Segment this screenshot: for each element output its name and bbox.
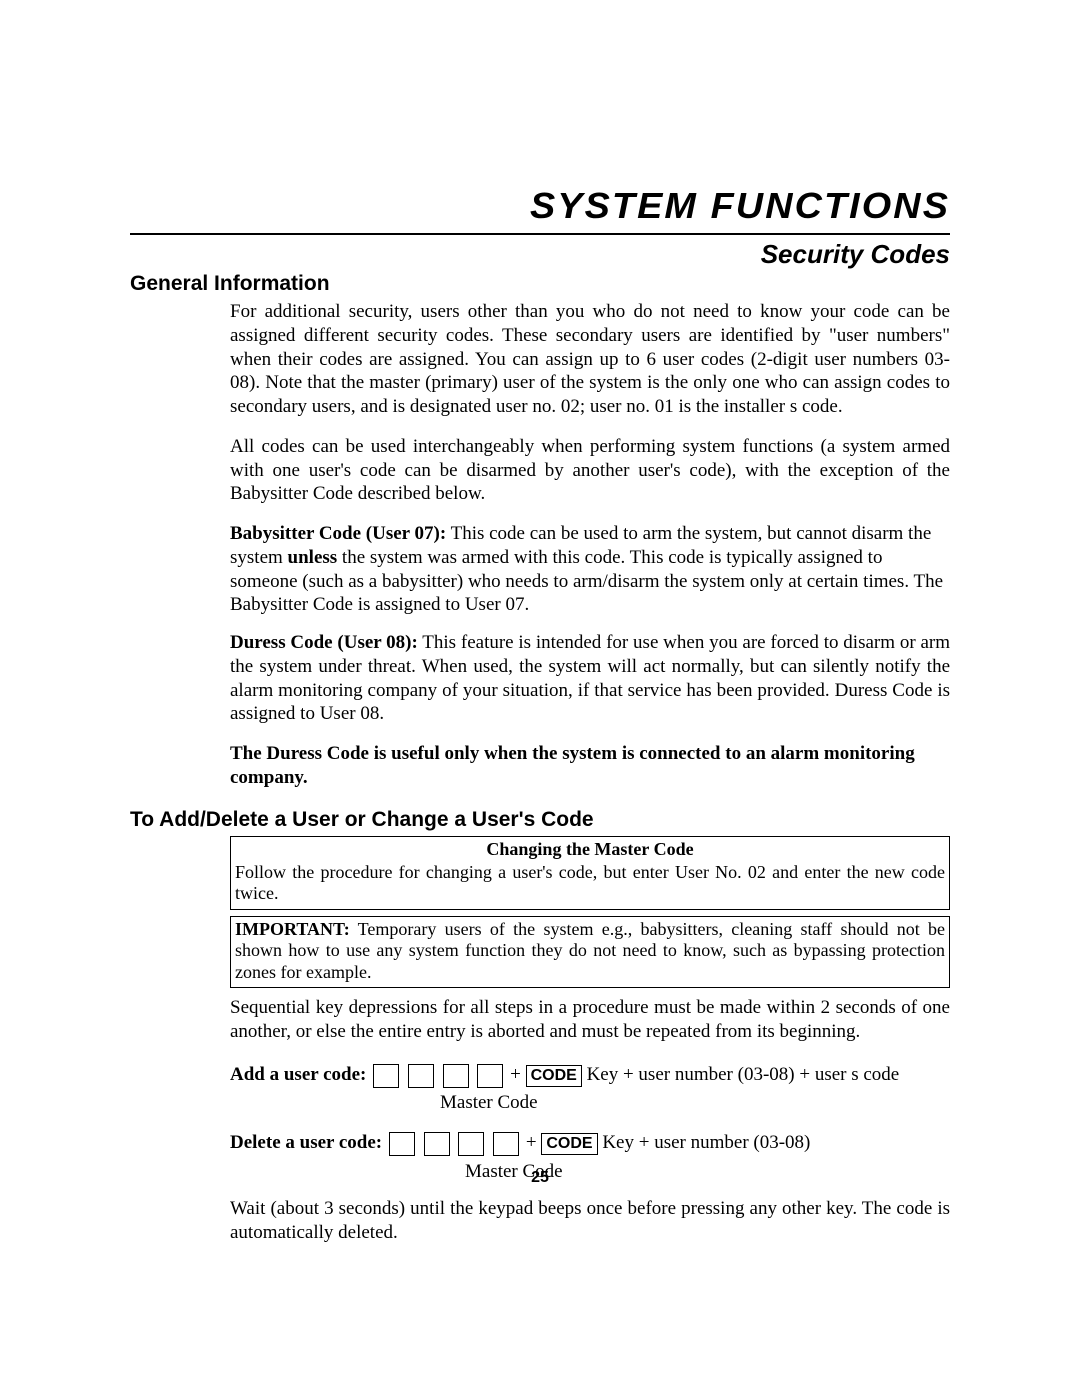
page-title: SYSTEM FUNCTIONS xyxy=(89,185,950,227)
add-user-line: Add a user code: + CODE Key + user numbe… xyxy=(230,1060,950,1090)
delete-user-line: Delete a user code: + CODE Key + user nu… xyxy=(230,1128,950,1158)
code-key: CODE xyxy=(526,1065,582,1087)
important-box: IMPORTANT: Temporary users of the system… xyxy=(230,916,950,989)
babysitter-tail: the system was armed with this code. Thi… xyxy=(230,547,943,616)
delete-tail: Key + user number (03-08) xyxy=(602,1132,810,1153)
master-code-box: Changing the Master Code Follow the proc… xyxy=(230,836,950,910)
add-sublabel: Master Code xyxy=(440,1092,950,1114)
duress-lead: Duress Code (User 08): xyxy=(230,632,418,653)
para-sequential: Sequential key depressions for all steps… xyxy=(230,996,950,1044)
section-heading-general: General Information xyxy=(130,272,950,296)
general-body: For additional security, users other tha… xyxy=(230,300,950,790)
box-caption: Changing the Master Code xyxy=(235,839,945,860)
para-wait: Wait (about 3 seconds) until the keypad … xyxy=(230,1197,950,1245)
box-row-1: Follow the procedure for changing a user… xyxy=(235,862,945,905)
para-general-1: For additional security, users other tha… xyxy=(230,300,950,419)
add-label: Add a user code: xyxy=(230,1064,366,1085)
babysitter-unless: unless xyxy=(288,547,338,568)
important-lead: IMPORTANT: xyxy=(235,919,350,939)
page-content: SYSTEM FUNCTIONS Security Codes General … xyxy=(0,0,1080,1244)
para-babysitter: Babysitter Code (User 07): This code can… xyxy=(230,522,950,617)
delete-label: Delete a user code: xyxy=(230,1132,382,1153)
page-subtitle: Security Codes xyxy=(130,239,950,270)
para-duress: Duress Code (User 08): This feature is i… xyxy=(230,631,950,726)
code-digit-box xyxy=(373,1064,399,1088)
code-digit-box xyxy=(458,1132,484,1156)
divider xyxy=(130,233,950,235)
code-key: CODE xyxy=(541,1133,597,1155)
code-digit-box xyxy=(389,1132,415,1156)
plus-sign: + xyxy=(510,1064,525,1085)
box-row-2: IMPORTANT: Temporary users of the system… xyxy=(235,919,945,984)
babysitter-lead: Babysitter Code (User 07): xyxy=(230,523,446,544)
code-digit-box xyxy=(493,1132,519,1156)
code-digit-box xyxy=(443,1064,469,1088)
code-digit-box xyxy=(408,1064,434,1088)
plus-sign: + xyxy=(526,1132,541,1153)
para-general-2: All codes can be used interchangeably wh… xyxy=(230,435,950,506)
code-digit-box xyxy=(424,1132,450,1156)
para-duress-note: The Duress Code is useful only when the … xyxy=(230,742,950,790)
add-tail: Key + user number (03-08) + user s code xyxy=(587,1064,900,1085)
code-digit-box xyxy=(477,1064,503,1088)
page-number: 25 xyxy=(0,1169,1080,1187)
section-heading-adddel: To Add/Delete a User or Change a User's … xyxy=(130,808,950,832)
